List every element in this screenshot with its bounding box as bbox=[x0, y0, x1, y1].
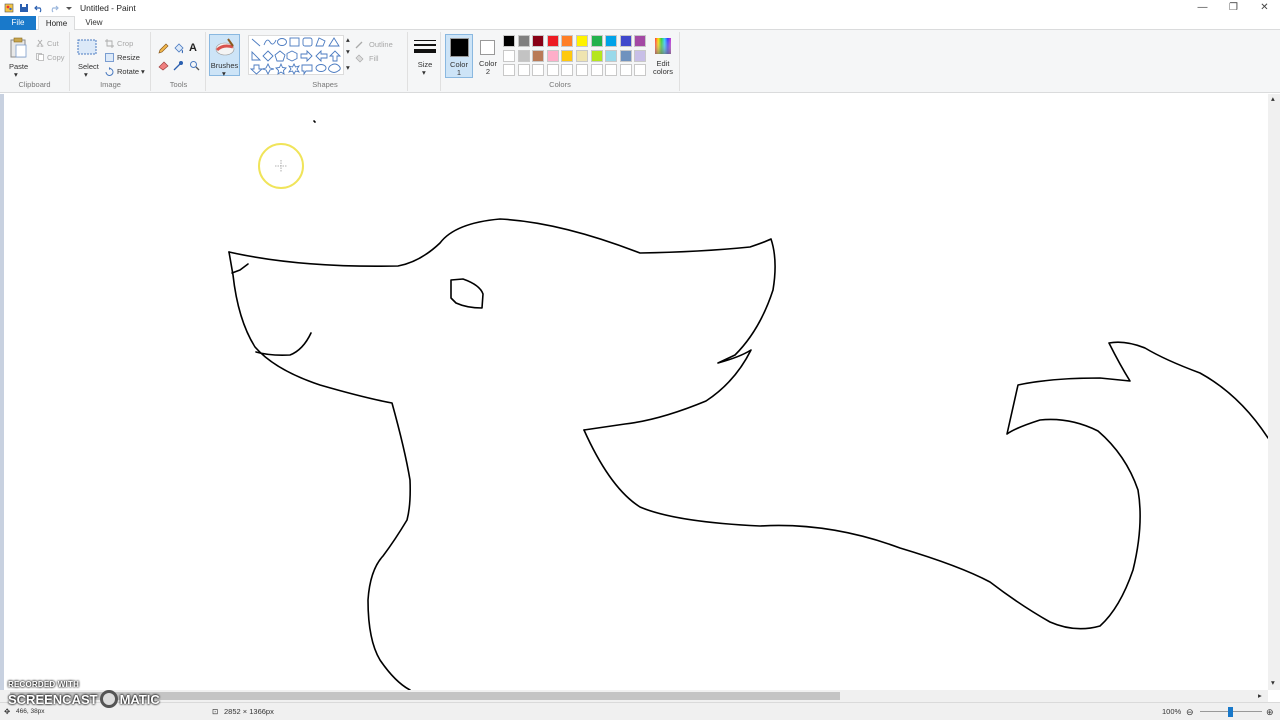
tab-view[interactable]: View bbox=[76, 16, 112, 30]
resize-icon bbox=[105, 53, 114, 64]
watermark-line1: RECORDED WITH bbox=[8, 680, 80, 689]
size-dropdown-icon: ▾ bbox=[422, 68, 426, 77]
colors-group: Colors bbox=[440, 32, 680, 91]
select-button[interactable]: Select bbox=[78, 62, 99, 71]
zoom-level: 100% bbox=[1162, 707, 1182, 716]
select-icon[interactable] bbox=[77, 39, 97, 57]
color-picker-icon[interactable] bbox=[173, 60, 184, 73]
status-bar: ✥ 466, 38px ⊡ 2852 × 1366px 100% ⊖ ⊕ bbox=[0, 702, 1280, 720]
paste-icon[interactable] bbox=[9, 37, 27, 61]
cut-button[interactable]: Cut bbox=[47, 39, 59, 48]
paste-button[interactable]: Paste bbox=[9, 62, 28, 71]
resize-button[interactable]: Resize bbox=[117, 53, 140, 62]
clipboard-group: Paste ▾ Cut Copy Clipboard bbox=[0, 32, 70, 91]
horizontal-scrollbar[interactable]: ▸ bbox=[0, 690, 1268, 702]
colors-group-label: Colors bbox=[549, 80, 571, 89]
window-controls: — ❐ ✕ bbox=[1187, 0, 1280, 15]
crop-button[interactable]: Crop bbox=[117, 39, 133, 48]
drawing-canvas[interactable] bbox=[4, 94, 1269, 691]
canvas-size: 2852 × 1366px bbox=[224, 707, 274, 716]
shapes-more-icon[interactable]: ▾ bbox=[346, 63, 350, 72]
dog-head-outline bbox=[228, 218, 776, 431]
outline-icon bbox=[355, 40, 364, 51]
paint-app-icon bbox=[3, 3, 14, 14]
brush-icon bbox=[214, 37, 236, 59]
scroll-down-icon[interactable]: ▾ bbox=[1271, 678, 1275, 687]
ribbon: Paste ▾ Cut Copy Clipboard Select ▾ Crop… bbox=[0, 30, 1280, 93]
zoom-out-icon[interactable]: ⊖ bbox=[1186, 703, 1194, 721]
zoom-in-icon[interactable]: ⊕ bbox=[1266, 703, 1274, 721]
image-group-label: Image bbox=[100, 80, 121, 89]
fill-button[interactable]: Fill bbox=[369, 54, 379, 63]
select-dropdown-icon[interactable]: ▾ bbox=[84, 70, 88, 79]
dog-body-outline bbox=[583, 341, 1269, 630]
image-group: Select ▾ Crop Resize Rotate ▾ Image bbox=[71, 32, 151, 91]
tab-home[interactable]: Home bbox=[38, 16, 75, 31]
brushes-dropdown-icon: ▾ bbox=[222, 69, 226, 78]
canvas-size-icon: ⊡ bbox=[212, 707, 219, 716]
tools-group-label: Tools bbox=[169, 80, 188, 89]
shapes-gallery[interactable] bbox=[248, 35, 344, 76]
eraser-icon[interactable] bbox=[158, 60, 169, 73]
ribbon-tabs: File Home View bbox=[0, 16, 1280, 31]
rotate-button[interactable]: Rotate bbox=[117, 67, 139, 76]
fill-bucket-icon[interactable] bbox=[173, 43, 184, 56]
dog-mouth-corner bbox=[231, 263, 249, 274]
tools-group: A Tools bbox=[152, 32, 206, 91]
zoom-slider-thumb[interactable] bbox=[1228, 707, 1233, 717]
pencil-icon[interactable] bbox=[158, 43, 169, 56]
window-title: Untitled - Paint bbox=[80, 3, 136, 13]
canvas-area bbox=[0, 94, 1269, 691]
fill-icon bbox=[355, 54, 364, 65]
text-tool-icon[interactable]: A bbox=[189, 42, 197, 54]
dog-mouth bbox=[255, 332, 312, 356]
size-button[interactable]: Size ▾ bbox=[411, 34, 439, 77]
scroll-up-icon[interactable]: ▴ bbox=[1271, 94, 1275, 103]
vertical-scrollbar[interactable]: ▴ ▾ bbox=[1268, 94, 1280, 690]
watermark-brand-a: SCREENCAST bbox=[8, 691, 98, 707]
outline-button[interactable]: Outline bbox=[369, 40, 393, 49]
quick-access-toolbar bbox=[0, 3, 74, 14]
minimize-button[interactable]: — bbox=[1187, 0, 1218, 15]
rotate-icon bbox=[105, 67, 114, 78]
brushes-button[interactable]: Brushes ▾ bbox=[209, 34, 240, 78]
line-width-icon bbox=[414, 39, 436, 57]
shapes-group-label: Shapes bbox=[312, 80, 338, 89]
copy-button[interactable]: Copy bbox=[47, 53, 65, 62]
title-bar: Untitled - Paint — ❐ ✕ bbox=[0, 0, 1280, 16]
screencast-watermark: RECORDED WITH SCREENCAST MATIC bbox=[8, 680, 160, 708]
dog-chin bbox=[228, 251, 411, 691]
dog-eye bbox=[450, 278, 484, 309]
magnifier-icon[interactable] bbox=[189, 60, 200, 73]
restore-button[interactable]: ❐ bbox=[1218, 0, 1249, 15]
watermark-brand-b: MATIC bbox=[119, 691, 160, 707]
cursor-crosshair-icon bbox=[275, 160, 287, 172]
paste-dropdown-icon[interactable]: ▾ bbox=[14, 70, 18, 79]
clipboard-group-label: Clipboard bbox=[18, 80, 51, 89]
shapes-scroll-up-icon[interactable]: ▴ bbox=[346, 35, 350, 44]
canvas-dot bbox=[313, 120, 316, 123]
scroll-right-icon[interactable]: ▸ bbox=[1258, 691, 1262, 700]
rotate-dropdown-icon[interactable]: ▾ bbox=[141, 67, 145, 76]
crop-icon bbox=[105, 39, 114, 50]
shapes-group: ▴ ▾ ▾ Outline Fill Shapes bbox=[243, 32, 408, 91]
tab-file[interactable]: File bbox=[0, 16, 36, 30]
cut-icon bbox=[36, 39, 44, 49]
watermark-logo bbox=[99, 690, 118, 708]
redo-icon[interactable] bbox=[48, 3, 59, 14]
undo-icon[interactable] bbox=[33, 3, 44, 14]
copy-icon bbox=[36, 53, 44, 63]
shapes-scroll-down-icon[interactable]: ▾ bbox=[346, 47, 350, 56]
save-icon[interactable] bbox=[18, 3, 29, 14]
close-button[interactable]: ✕ bbox=[1249, 0, 1280, 15]
customize-qat-icon[interactable] bbox=[63, 3, 74, 14]
